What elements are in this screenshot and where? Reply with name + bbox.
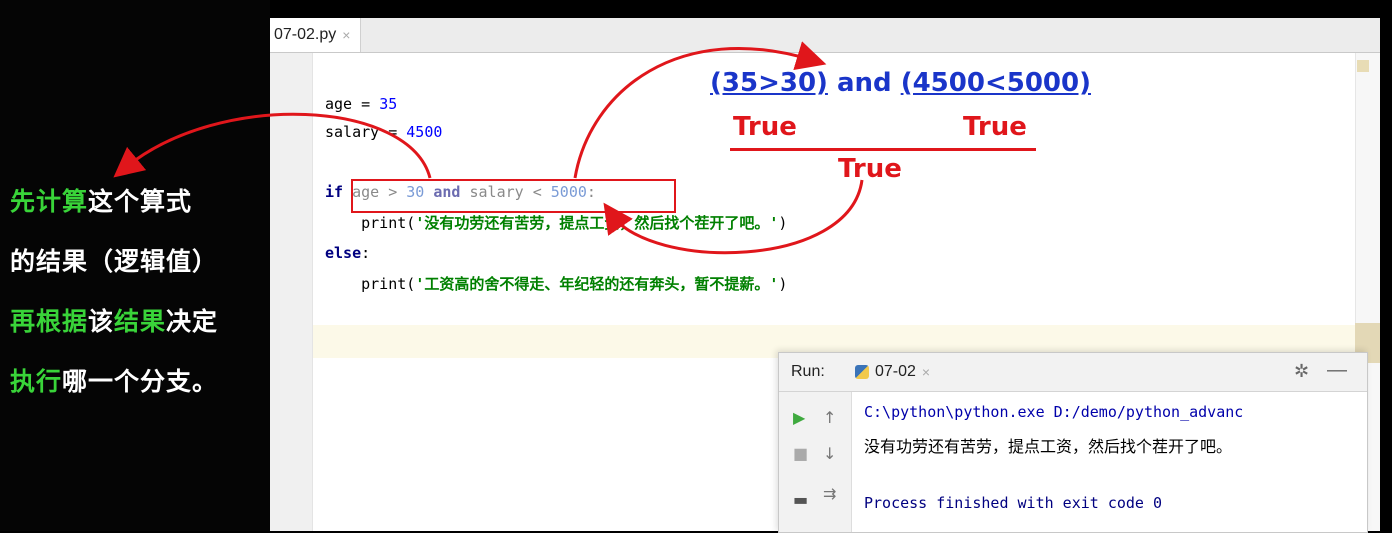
code-text: salary = [325,123,407,141]
code-number: 4500 [406,123,443,141]
python-icon [855,365,869,379]
tab-close-icon[interactable]: × [342,27,350,43]
caption-line-4: 执行哪一个分支。 [10,362,218,398]
run-label: Run: [791,363,825,380]
stop-icon[interactable]: ■ [793,444,808,463]
caption-line-2: 的结果（逻辑值） [10,242,218,278]
caption-highlight: 先计算 [10,187,89,216]
rerun-icon[interactable]: ▶ [793,408,805,427]
tab-07-02-py[interactable]: 07-02.py × [270,18,362,52]
caption-text: 的结果（逻辑值） [10,247,219,276]
annotation-expr-2: (4500<5000) [900,68,1091,98]
code-text: : [361,244,371,262]
caption-highlight: 执行 [10,367,63,396]
code-text: age = [325,95,380,113]
annotation-underline [730,148,1036,151]
annotation-true-1: True [733,112,797,142]
code-line-6: print('工资高的舍不得走、年纪轻的还有奔头，暂不提薪。') [325,274,787,294]
arrow-down-icon[interactable]: ↓ [823,444,836,463]
console-command-line: C:\python\python.exe D:/demo/python_adva… [864,403,1244,421]
code-text: print( [325,214,416,232]
layout-icon[interactable]: ▬ [793,490,808,509]
caption-line-1: 先计算这个算式 [10,182,192,218]
minimize-icon[interactable]: — [1327,359,1347,382]
code-keyword: else [325,244,362,262]
run-tab-label: 07-02 [875,363,916,380]
caption-highlight: 再根据 [10,307,89,336]
run-tab-close-icon[interactable]: × [922,364,930,380]
condition-highlight-box [351,179,676,213]
caption-line-3: 再根据该结果决定 [10,302,218,338]
code-text: ) [778,275,788,293]
run-tab-07-02[interactable]: 07-02 × [855,363,930,381]
caption-text: 哪一个分支。 [62,367,219,396]
arrow-up-icon[interactable]: ↑ [823,408,836,427]
caption-text: 决定 [166,307,219,336]
code-line-5: else: [325,243,370,263]
code-string: '没有功劳还有苦劳，提点工资，然后找个茬开了吧。' [415,214,779,232]
expression-annotation: (35>30) and (4500<5000) [710,68,1091,98]
gear-icon[interactable]: ✲ [1294,361,1309,382]
code-line-1: age = 35 [325,94,397,114]
tab-label: 07-02.py [274,26,337,43]
code-line-2: salary = 4500 [325,122,442,142]
annotation-expr-1: (35>30) [710,68,828,98]
soft-wrap-icon[interactable]: ⇉ [823,484,836,503]
caption-text: 该 [88,307,115,336]
run-toolbar: ▶ ↑ ■ ↓ ▬ ⇉ [779,392,852,532]
console-exit-message: Process finished with exit code 0 [864,494,1163,512]
console-output: 没有功劳还有苦劳，提点工资，然后找个茬开了吧。 [864,437,1233,456]
code-keyword: if [325,183,344,201]
code-string: '工资高的舍不得走、年纪轻的还有奔头，暂不提薪。' [415,275,779,293]
code-line-4: print('没有功劳还有苦劳，提点工资，然后找个茬开了吧。') [325,213,787,233]
caption-panel: 先计算这个算式 的结果（逻辑值） 再根据该结果决定 执行哪一个分支。 [0,0,270,531]
annotation-and: and [827,68,901,98]
annotation-true-2: True [963,112,1027,142]
editor-tab-bar: 07-02.py × [270,18,1380,53]
scroll-marker [1357,60,1369,72]
caption-text: 这个算式 [88,187,193,216]
code-text: print( [325,275,416,293]
run-header: Run: 07-02 × ✲ — [779,353,1367,392]
annotation-true-result: True [838,154,902,184]
caption-highlight: 结果 [114,307,167,336]
code-number: 35 [379,95,398,113]
line-gutter [270,53,313,531]
code-text: ) [778,214,788,232]
run-tool-window: Run: 07-02 × ✲ — ▶ ↑ ■ ↓ ▬ ⇉ C:\python\p… [778,352,1368,533]
